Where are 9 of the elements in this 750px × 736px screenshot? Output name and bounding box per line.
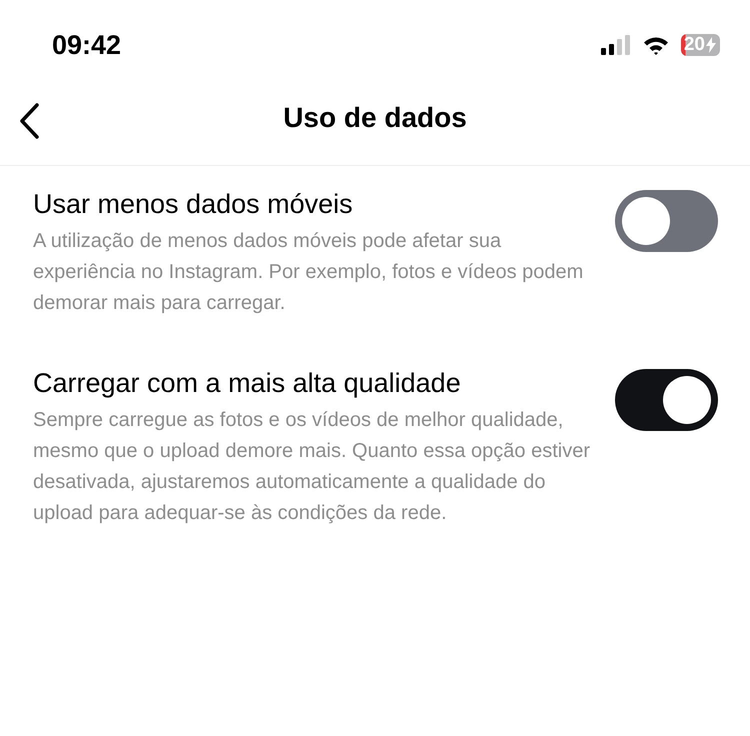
setting-title: Usar menos dados móveis <box>33 188 354 221</box>
status-time: 09:42 <box>52 30 122 60</box>
setting-description: A utilização de menos dados móveis pode afetar sua experiência no Instagram. Por exemplo, fotos e vídeos podem demorar mais para carregar. <box>33 229 584 316</box>
page-title: Uso de dados <box>283 102 467 134</box>
setting-title: Carregar com a mais alta qualidade <box>33 367 462 400</box>
signal-icon <box>600 35 631 55</box>
bolt-icon <box>706 37 716 53</box>
setting-description: Sempre carregue as fotos e os vídeos de melhor qualidade, mesmo que o upload demore mais. Quanto essa opção estiver desativada, ajustaremos automaticamente a qualidade do upload para adequar-se às condições da rede. <box>33 408 591 526</box>
wifi-icon <box>642 36 669 54</box>
